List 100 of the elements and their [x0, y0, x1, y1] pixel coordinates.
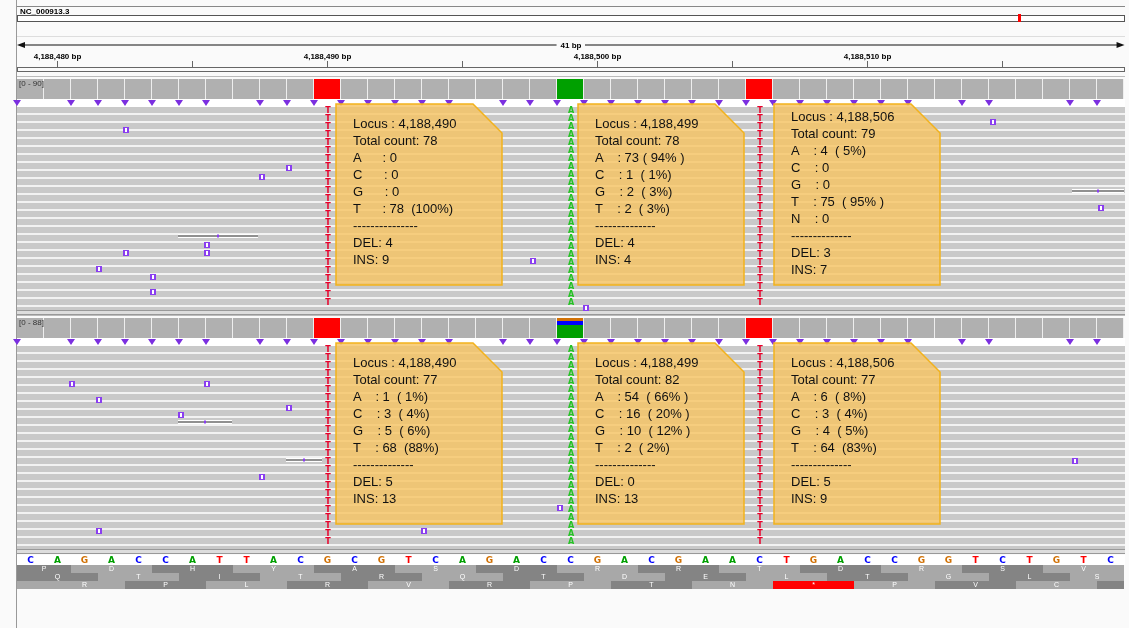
base-letter: G — [808, 555, 819, 565]
tooltip-line: DEL: 3 — [791, 244, 831, 261]
tooltip-line: Locus : 4,188,499 — [595, 115, 699, 132]
tooltip-line: A : 73 ( 94% ) — [595, 149, 685, 166]
base-letter: A — [107, 555, 116, 565]
base-letter: G — [592, 555, 603, 565]
tooltip-line: G : 4 ( 5%) — [791, 422, 869, 439]
tooltip-line: G : 0 — [791, 176, 830, 193]
base-letter: C — [296, 555, 305, 565]
tooltip-line: T : 68 (88%) — [353, 439, 439, 456]
tooltip-line: C : 3 ( 4%) — [353, 405, 430, 422]
base-letter: A — [836, 555, 845, 565]
base-letter: A — [701, 555, 710, 565]
tooltip-line: -------------- — [353, 456, 414, 473]
tooltip-line: G : 5 ( 6%) — [353, 422, 431, 439]
tooltip-line: INS: 13 — [595, 490, 639, 507]
tooltip-line: Locus : 4,188,499 — [595, 354, 699, 371]
range-label: [0 - 90] — [19, 80, 44, 88]
base-letter: C — [539, 555, 548, 565]
range-label: [0 - 88] — [19, 319, 44, 327]
tooltip-line: C : 16 ( 20% ) — [595, 405, 690, 422]
tooltip-line: INS: 9 — [791, 490, 828, 507]
base-letter: C — [647, 555, 656, 565]
tooltip-line: -------------- — [791, 456, 852, 473]
tooltip-line: DEL: 5 — [353, 473, 393, 490]
base-letter: T — [971, 555, 980, 565]
tooltip-line: T : 2 ( 3%) — [595, 200, 670, 217]
tick-label: 4,188,480 bp — [33, 52, 82, 62]
base-letter: C — [998, 555, 1007, 565]
tooltip-line: A : 6 ( 8%) — [791, 388, 867, 405]
tooltip-line: INS: 7 — [791, 261, 828, 278]
span-label: 41 bp — [560, 40, 582, 50]
chromosome-name: NC_000913.3 — [19, 7, 70, 15]
base-letter: G — [916, 555, 927, 565]
base-letter: C — [755, 555, 764, 565]
tooltip-line: --------------- — [353, 217, 418, 234]
tooltip-line: -------------- — [595, 217, 656, 234]
mismatch-letters: TTTTTTTTTTTTTTTTTTTTTTTTT — [324, 107, 332, 307]
tooltip-line: A : 1 ( 1%) — [353, 388, 429, 405]
base-letter: T — [1025, 555, 1034, 565]
base-letter: A — [269, 555, 278, 565]
tooltip-line: DEL: 4 — [353, 234, 393, 251]
base-letter: T — [215, 555, 224, 565]
tooltip-line: INS: 9 — [353, 251, 390, 268]
tooltip-line: INS: 4 — [595, 251, 632, 268]
tooltip-line: Locus : 4,188,490 — [353, 115, 457, 132]
tooltip-line: Locus : 4,188,490 — [353, 354, 457, 371]
base-letter: C — [134, 555, 143, 565]
tooltip-line: Locus : 4,188,506 — [791, 354, 895, 371]
tooltip-line: T : 75 ( 95% ) — [791, 193, 884, 210]
tooltip-line: C : 0 — [353, 166, 399, 183]
tooltip-line: C : 3 ( 4%) — [791, 405, 868, 422]
tooltip-line: Total count: 79 — [791, 125, 876, 142]
tooltip-line: Total count: 78 — [353, 132, 438, 149]
base-letter: G — [79, 555, 90, 565]
tooltip-line: Total count: 78 — [595, 132, 680, 149]
tooltip-line: C : 1 ( 1%) — [595, 166, 672, 183]
base-letter: C — [161, 555, 170, 565]
base-letter: A — [620, 555, 629, 565]
mismatch-letters: TTTTTTTTTTTTTTTTTTTTTTTTT — [324, 346, 332, 546]
tooltip-line: A : 54 ( 66% ) — [595, 388, 689, 405]
base-letter: G — [673, 555, 684, 565]
tooltip-line: Total count: 82 — [595, 371, 680, 388]
base-letter: G — [322, 555, 333, 565]
tooltip-line: Locus : 4,188,506 — [791, 108, 895, 125]
mismatch-letters: AAAAAAAAAAAAAAAAAAAAAAAAA — [567, 107, 575, 307]
tick-label: 4,188,490 bp — [303, 52, 352, 62]
tooltip-line: -------------- — [791, 227, 852, 244]
tooltip-line: T : 78 (100%) — [353, 200, 454, 217]
tick-label: 4,188,500 bp — [573, 52, 622, 62]
base-letter: C — [890, 555, 899, 565]
tooltip-line: C : 0 — [791, 159, 830, 176]
base-letter: C — [26, 555, 35, 565]
mismatch-letters: TTTTTTTTTTTTTTTTTTTTTTTTT — [756, 107, 764, 307]
tooltip-line: INS: 13 — [353, 490, 397, 507]
base-letter: A — [458, 555, 467, 565]
base-letter: T — [782, 555, 791, 565]
tooltip-line: DEL: 5 — [791, 473, 831, 490]
base-letter: C — [350, 555, 359, 565]
tooltip-line: Total count: 77 — [353, 371, 438, 388]
base-letter: T — [242, 555, 251, 565]
tooltip-line: T : 2 ( 2%) — [595, 439, 670, 456]
base-letter: T — [404, 555, 413, 565]
tooltip-line: T : 64 (83%) — [791, 439, 877, 456]
mismatch-letters: AAAAAAAAAAAAAAAAAAAAAAAAA — [567, 346, 575, 546]
tooltip-line: G : 2 ( 3%) — [595, 183, 673, 200]
base-letter: G — [1051, 555, 1062, 565]
tooltip-line: -------------- — [595, 456, 656, 473]
tick-label: 4,188,510 bp — [843, 52, 892, 62]
base-letter: A — [188, 555, 197, 565]
base-letter: G — [943, 555, 954, 565]
mismatch-letters: TTTTTTTTTTTTTTTTTTTTTTTTT — [756, 346, 764, 546]
tooltip-line: G : 10 ( 12% ) — [595, 422, 691, 439]
base-letter: A — [728, 555, 737, 565]
tooltip-line: A : 4 ( 5%) — [791, 142, 867, 159]
base-letter: T — [1079, 555, 1088, 565]
tooltip-line: N : 0 — [791, 210, 830, 227]
base-letter: G — [376, 555, 387, 565]
base-letter: C — [1106, 555, 1115, 565]
tooltip-line: DEL: 4 — [595, 234, 635, 251]
